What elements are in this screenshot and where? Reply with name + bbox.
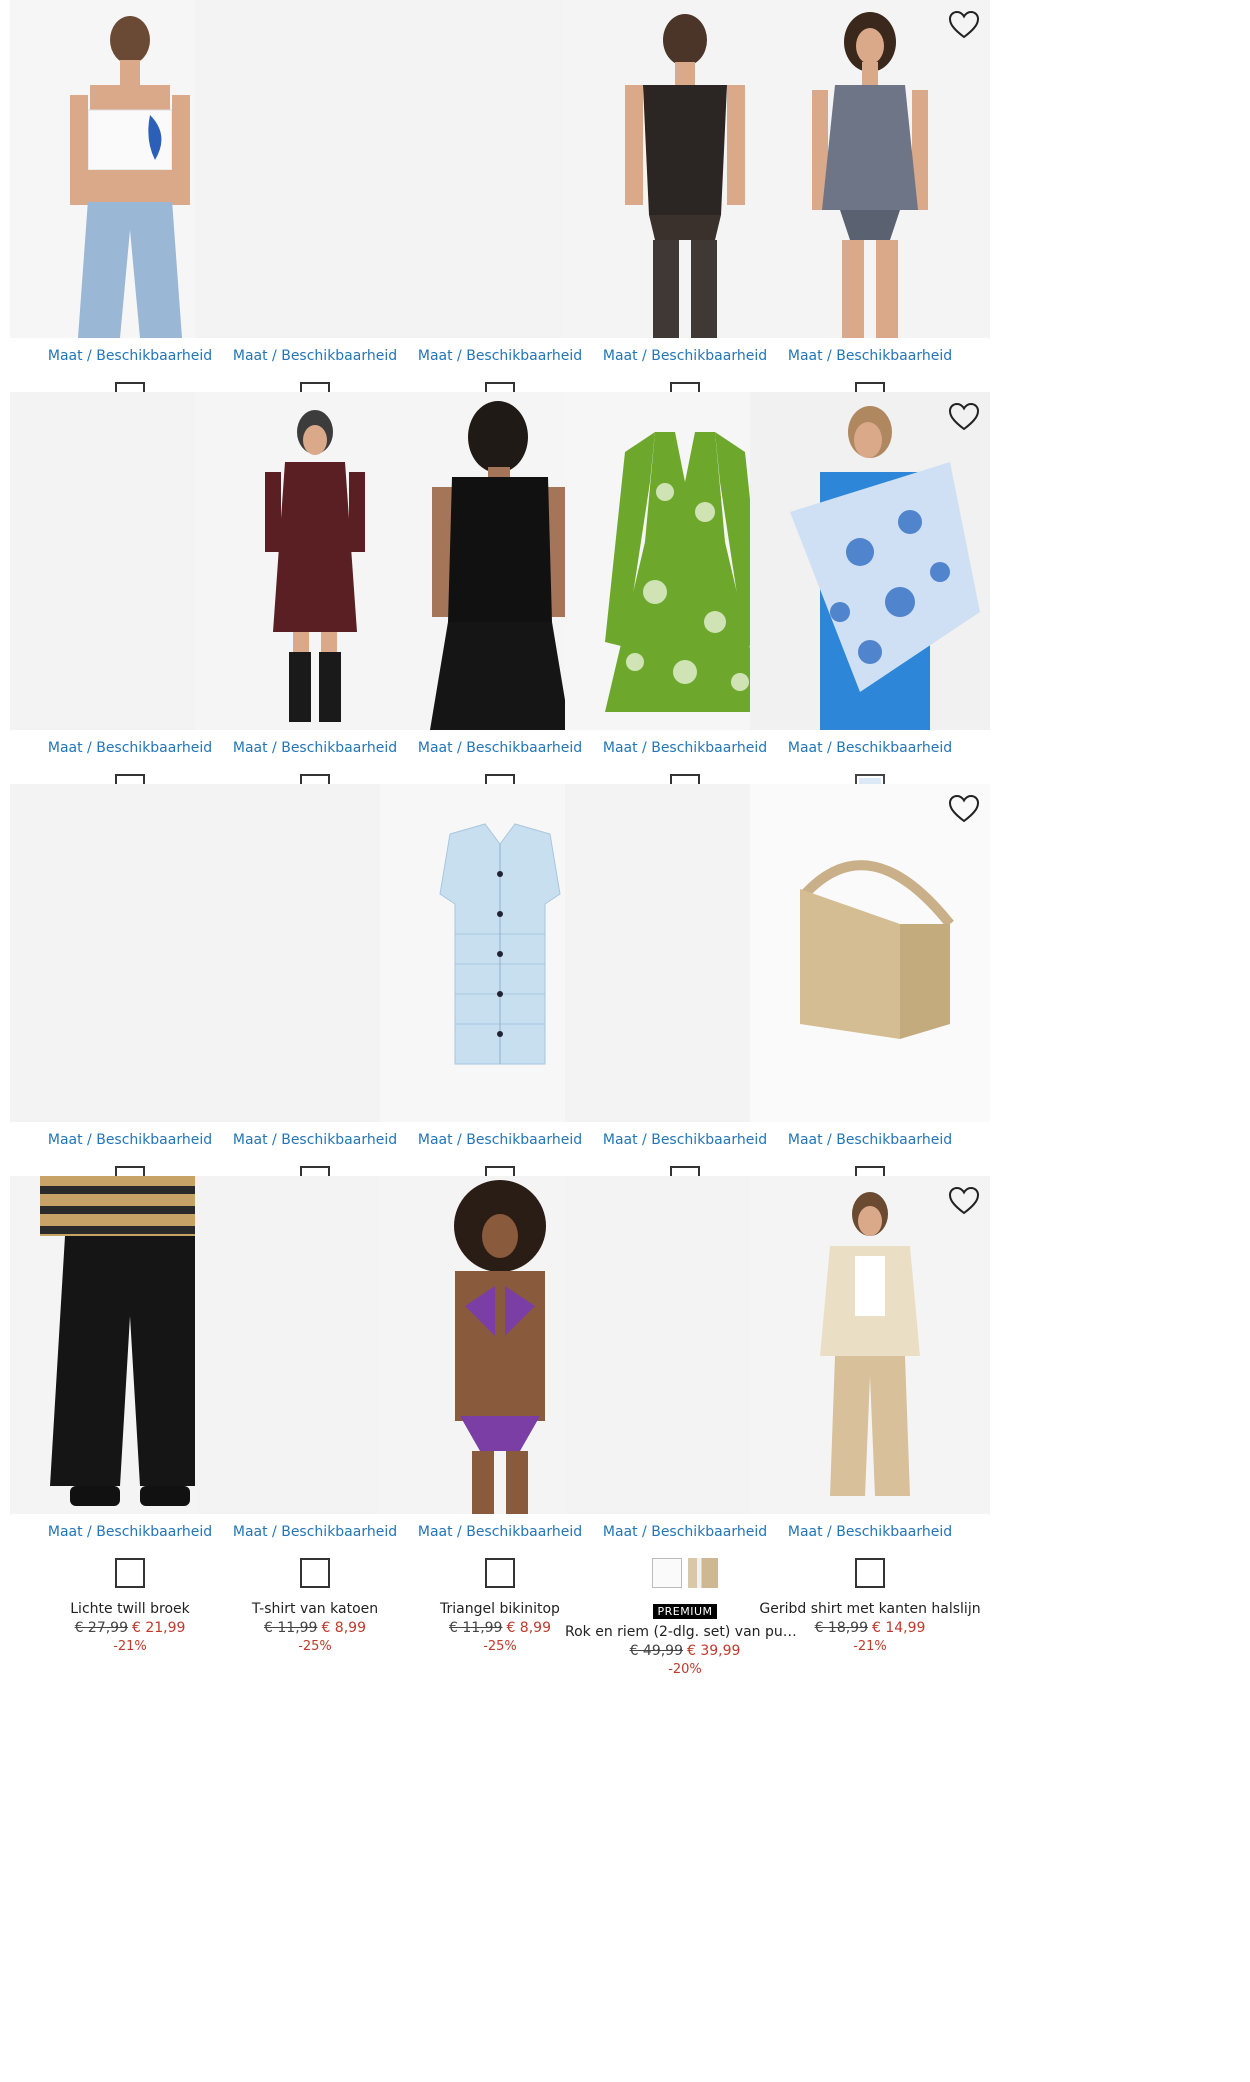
product-row: Maat / Beschikbaarheid Lichte twill broe… [10,1176,1242,1696]
size-availability-link[interactable]: Maat / Beschikbaarheid [750,348,990,364]
product-name[interactable]: Geribd shirt met kanten halslijn [750,1600,990,1618]
color-swatch[interactable] [485,1558,515,1588]
color-swatches [750,1558,990,1588]
color-swatch-white[interactable] [652,1558,682,1588]
old-price: € 27,99 [74,1620,128,1636]
color-swatch[interactable] [115,1558,145,1588]
color-swatch-beige[interactable] [688,1558,718,1588]
product-image[interactable] [750,784,990,1122]
sale-price: € 21,99 [132,1620,186,1636]
wishlist-heart-icon[interactable] [948,10,980,40]
size-availability-link[interactable]: Maat / Beschikbaarheid [750,740,990,756]
size-availability-link[interactable]: Maat / Beschikbaarheid [750,1524,990,1540]
product-image[interactable] [750,1176,990,1514]
product-card[interactable]: Maat / Beschikbaarheid Geribd shirt met … [750,1176,996,1696]
premium-badge: PREMIUM [653,1604,717,1619]
old-price: € 11,99 [264,1620,318,1636]
old-price: € 18,99 [814,1620,868,1636]
discount-label: -21% [853,1639,887,1654]
wishlist-heart-icon[interactable] [948,402,980,432]
size-availability-link[interactable]: Maat / Beschikbaarheid [750,1132,990,1148]
color-swatch[interactable] [300,1558,330,1588]
sale-price: € 8,99 [506,1620,551,1636]
product-image[interactable] [750,392,990,730]
wishlist-heart-icon[interactable] [948,794,980,824]
product-image[interactable] [750,0,990,338]
old-price: € 49,99 [629,1643,683,1659]
sale-price: € 14,99 [872,1620,926,1636]
product-price: € 18,99 € 14,99 [750,1618,990,1638]
old-price: € 11,99 [449,1620,503,1636]
product-info: Geribd shirt met kanten halslijn € 18,99… [750,1600,990,1656]
color-swatch[interactable] [855,1558,885,1588]
sale-price: € 8,99 [321,1620,366,1636]
sale-price: € 39,99 [687,1643,741,1659]
wishlist-heart-icon[interactable] [948,1186,980,1216]
